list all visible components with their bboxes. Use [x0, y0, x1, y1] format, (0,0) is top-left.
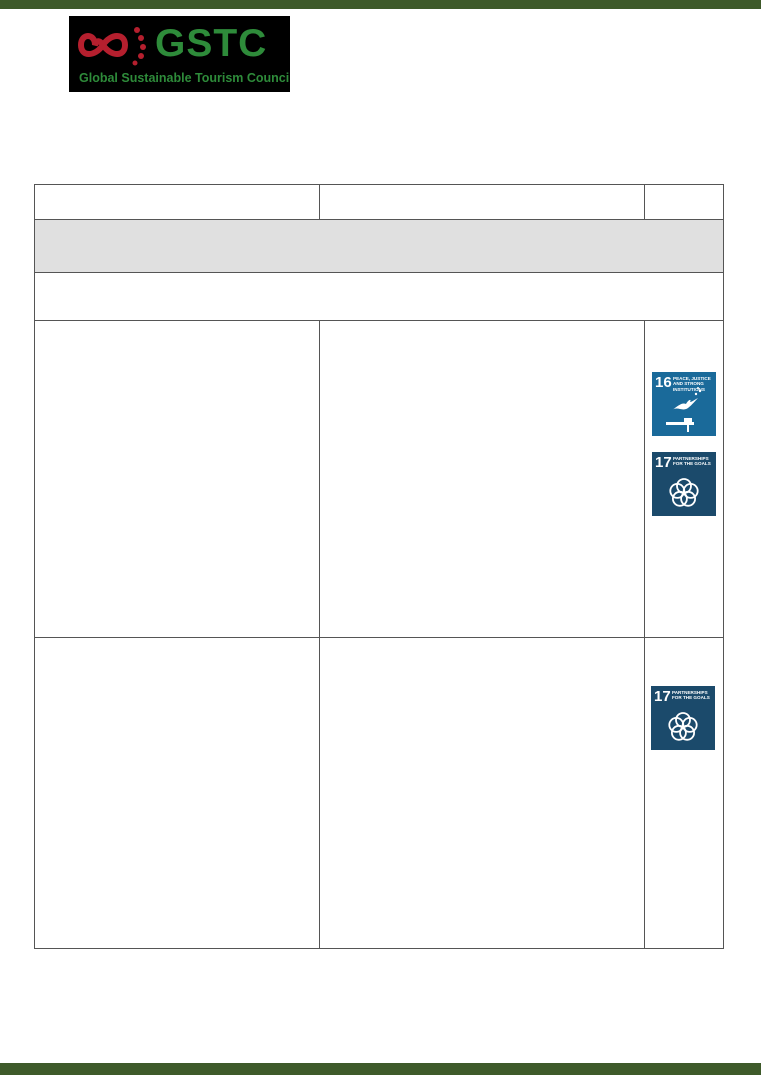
gstc-logo: GSTC Global Sustainable Tourism Council [69, 16, 290, 92]
bottom-color-bar [0, 1063, 761, 1075]
table-row-1-col2 [320, 321, 644, 637]
col-divider-1-header [319, 185, 320, 220]
sdg-17-badge: 17 Partnerships for the Goals [651, 686, 715, 750]
header-cell-1 [35, 185, 319, 220]
logo-wordmark: GSTC [155, 22, 268, 65]
table-row-1-col1 [35, 321, 319, 637]
header-cell-2 [320, 185, 644, 220]
sdg-17-badge: 17 Partnerships for the Goals [652, 452, 716, 516]
table-row-2-col1 [35, 638, 319, 948]
section-row [35, 220, 723, 272]
subsection-row [35, 273, 723, 320]
col-divider-2-header [644, 185, 645, 220]
dove-gavel-icon [666, 387, 702, 432]
logo-subline: Global Sustainable Tourism Council [79, 71, 290, 85]
table-row-2-col2 [320, 638, 644, 948]
col-divider-2 [644, 320, 645, 948]
header-divider [35, 219, 723, 220]
top-color-bar [0, 0, 761, 9]
flower-rings-icon [669, 478, 699, 507]
section-divider [35, 272, 723, 273]
gstc-infinity-icon [77, 27, 146, 66]
criteria-table: 16 Peace, Justice and Strong Institution… [34, 184, 724, 949]
flower-rings-icon [668, 712, 698, 741]
sdg-16-badge: 16 Peace, Justice and Strong Institution… [652, 372, 716, 436]
header-cell-3 [645, 185, 723, 220]
